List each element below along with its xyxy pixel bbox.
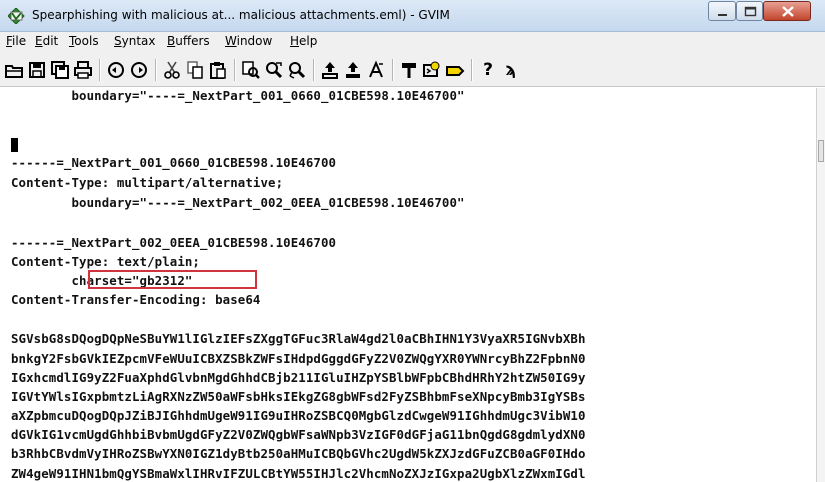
text-editor[interactable]: boundary="----=_NextPart_001_0660_01CBE5…: [0, 88, 816, 482]
text-line: ------=_NextPart_001_0660_01CBE598.10E46…: [11, 155, 337, 170]
text-line: IGVtYWlsIGxpbmtzLiAgRXNzZW50aWFsbHksIEkg…: [11, 389, 586, 404]
minimize-button[interactable]: [708, 1, 736, 21]
menu-syntax-accelerator: S: [114, 34, 122, 48]
text-line: boundary="----=_NextPart_002_0EEA_01CBE5…: [11, 195, 465, 210]
toolbar-separator: [99, 59, 101, 81]
menu-window-label: indow: [236, 34, 273, 48]
vertical-scrollbar[interactable]: [816, 88, 825, 482]
menu-tools-label: ools: [74, 34, 99, 48]
text-line: dGVkIG1vcmUgdGhhbiBvbmUgdGFyZ2V0ZWQgbWFs…: [11, 427, 586, 442]
menu-edit-label: dit: [42, 34, 59, 48]
menu-help-label: elp: [299, 34, 318, 48]
menu-buffers[interactable]: Buffers: [167, 34, 210, 48]
replace-icon[interactable]: [241, 60, 261, 80]
gvim-app-icon: [7, 7, 25, 25]
menu-tools[interactable]: Tools: [69, 34, 99, 48]
text-line: ------=_NextPart_002_0EEA_01CBE598.10E46…: [11, 235, 337, 250]
text-line: boundary="----=_NextPart_001_0660_01CBE5…: [11, 88, 465, 103]
text-line: Content-Type: multipart/alternative;: [11, 175, 284, 190]
ctags-icon[interactable]: [445, 60, 465, 80]
undo-icon[interactable]: [106, 60, 126, 80]
menu-syntax-label: yntax: [121, 34, 156, 48]
text-line: SGVsbG8sDQogDQpNeSBuYW1lIGlzIEFsZXggTGFu…: [11, 331, 586, 346]
text-line: aXZpbmcuDQogDQpJZiBJIGhhdmUgeW91IG9uIHRo…: [11, 408, 586, 423]
menu-bar: File Edit Tools Syntax Buffers Window He…: [0, 32, 825, 51]
cut-icon[interactable]: [162, 60, 182, 80]
text-line: Content-Transfer-Encoding: base64: [11, 292, 261, 307]
menu-window[interactable]: Window: [225, 34, 272, 48]
menu-file-label: ile: [12, 34, 27, 48]
minimize-icon: [718, 14, 727, 16]
toolbar: ? ϡ: [0, 51, 825, 87]
maximize-button[interactable]: [736, 1, 763, 21]
print-icon[interactable]: [73, 60, 93, 80]
toolbar-separator: [471, 59, 473, 81]
redo-icon[interactable]: [129, 60, 149, 80]
toolbar-separator: [392, 59, 394, 81]
make-icon[interactable]: [399, 60, 419, 80]
title-bar[interactable]: Spearphishing with malicious at... malic…: [0, 0, 825, 32]
toolbar-separator: [234, 59, 236, 81]
paste-icon[interactable]: [208, 60, 228, 80]
text-cursor: [11, 138, 18, 152]
open-icon[interactable]: [4, 60, 24, 80]
save-all-icon[interactable]: [50, 60, 70, 80]
find-help-icon[interactable]: ϡ: [501, 60, 521, 80]
menu-help-accelerator: H: [290, 34, 300, 48]
menu-window-accelerator: W: [225, 34, 237, 48]
menu-help[interactable]: Help: [290, 34, 317, 48]
text-line: IGxhcmdlIG9yZ2FuaXphdGlvbnMgdGhhdCBjb211…: [11, 370, 586, 385]
shell-icon[interactable]: [422, 60, 442, 80]
toolbar-separator: [313, 59, 315, 81]
menu-buffers-accelerator: B: [167, 34, 176, 48]
save-icon[interactable]: [27, 60, 47, 80]
charset-highlight-box: [88, 270, 257, 289]
maximize-icon: [744, 6, 757, 17]
load-session-icon[interactable]: [320, 60, 340, 80]
menu-syntax[interactable]: Syntax: [114, 34, 156, 48]
find-prev-icon[interactable]: [287, 60, 307, 80]
text-line: ZW4geW91IHN1bmQgYSBmaWxlIHRvIFZULCBtYW55…: [11, 466, 586, 481]
help-icon[interactable]: ?: [478, 60, 498, 80]
close-button[interactable]: [763, 1, 811, 21]
menu-edit[interactable]: Edit: [35, 34, 58, 48]
text-line: bnkgY2FsbGVkIEZpcmVFeWUuICBXZSBkZWFsIHdp…: [11, 351, 586, 366]
menu-buffers-label: uffers: [175, 34, 210, 48]
menu-edit-accelerator: E: [35, 34, 43, 48]
text-line: b3RhbCBvdmVyIHRoZSBwYXN0IGZ1dyBtb250aHMu…: [11, 446, 586, 461]
close-icon: [782, 6, 794, 17]
copy-icon[interactable]: [185, 60, 205, 80]
find-next-icon[interactable]: [264, 60, 284, 80]
toolbar-separator: [155, 59, 157, 81]
window-title: Spearphishing with malicious at... malic…: [32, 8, 450, 22]
scrollbar-thumb[interactable]: [818, 140, 824, 162]
menu-file[interactable]: File: [6, 34, 26, 48]
save-session-icon[interactable]: [343, 60, 363, 80]
run-script-icon[interactable]: [366, 60, 386, 80]
